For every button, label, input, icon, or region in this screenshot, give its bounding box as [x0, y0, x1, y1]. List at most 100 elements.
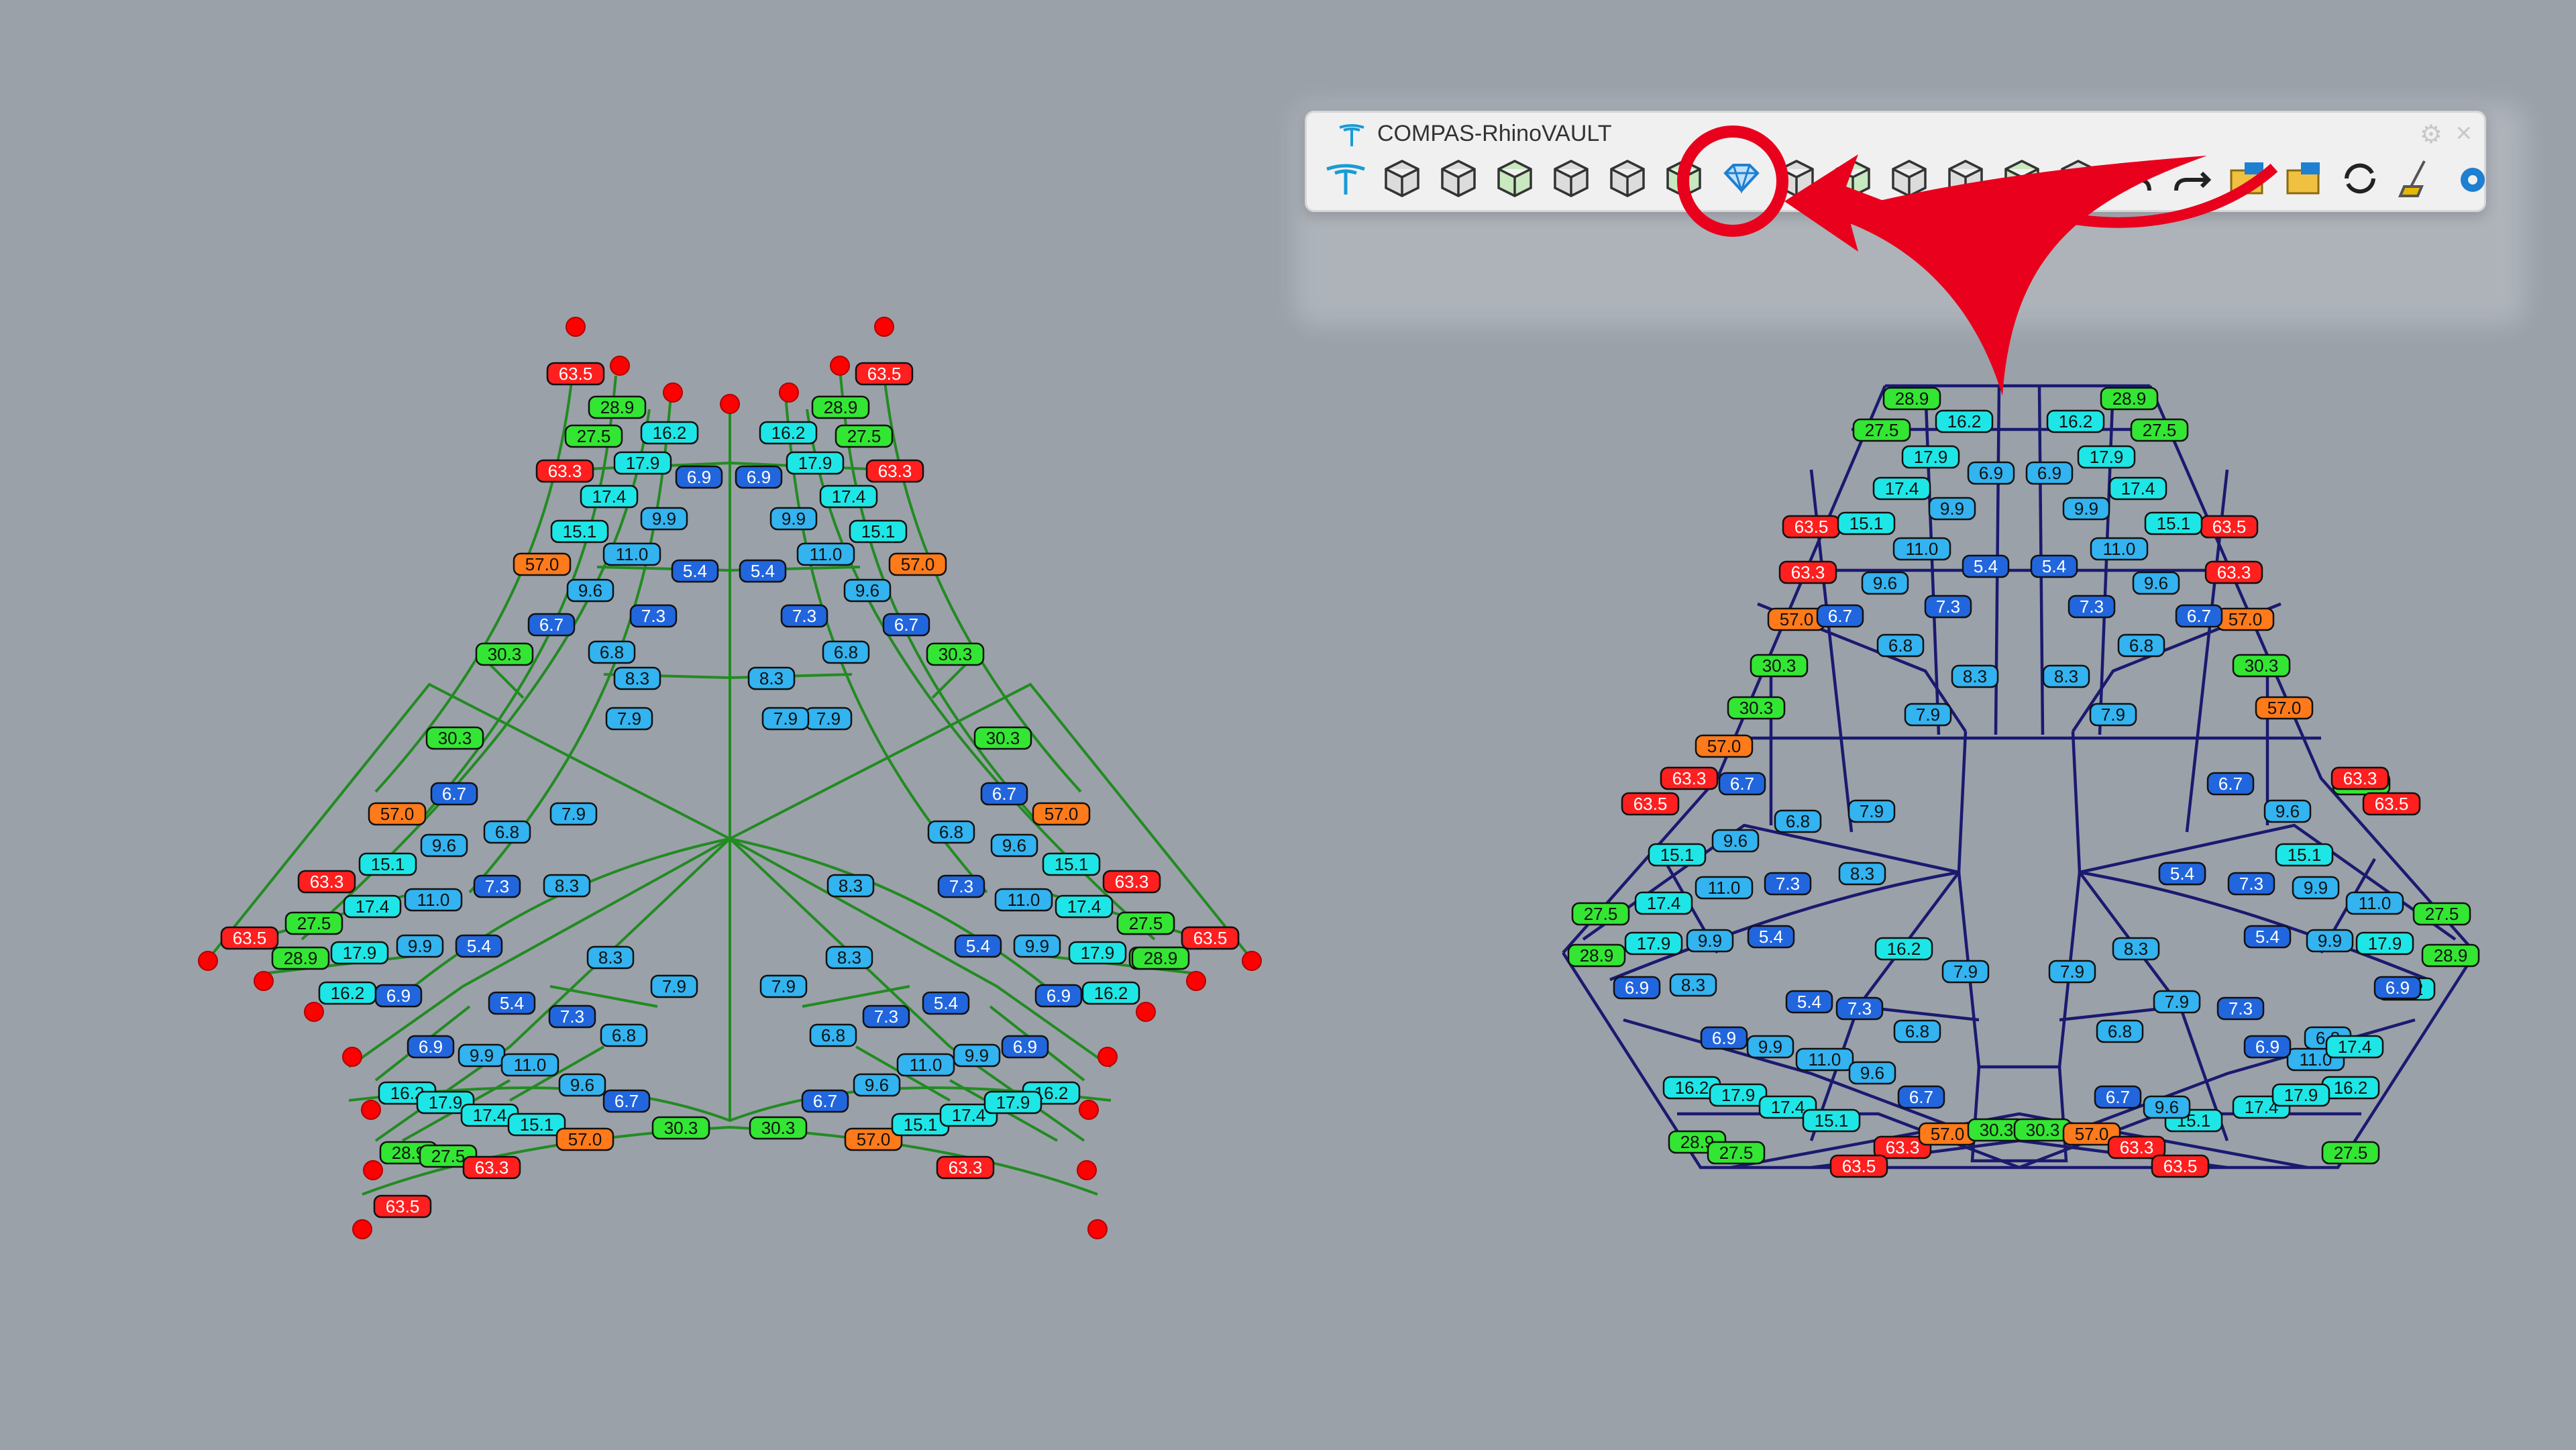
force-label: 17.9 — [1709, 1083, 1768, 1107]
form-label-text: 16.2 — [331, 983, 365, 1003]
force-label-text: 9.6 — [1873, 573, 1897, 593]
form-label-text: 17.9 — [798, 453, 833, 473]
force-label: 5.4 — [2243, 925, 2292, 949]
form-label: 9.9 — [769, 507, 818, 531]
force-label: 11.0 — [2345, 891, 2404, 915]
force-label-text: 9.9 — [1758, 1037, 1782, 1057]
toolbar-settings-icon[interactable]: ⚙ — [2420, 119, 2443, 150]
form-label-text: 27.5 — [1129, 913, 1163, 933]
form-label: 6.8 — [809, 1023, 857, 1047]
form-create-icon[interactable] — [1716, 153, 1767, 204]
vertical-equilibrium-icon[interactable] — [1884, 153, 1935, 204]
form-label: 8.3 — [586, 945, 635, 970]
form-label-text: 6.9 — [386, 986, 411, 1006]
form-label: 17.4 — [343, 894, 402, 919]
modify-force-icon[interactable] — [1996, 153, 2047, 204]
force-label: 28.9 — [1567, 943, 1626, 968]
form-label-text: 30.3 — [986, 728, 1020, 748]
compas-rhinovault-toolbar[interactable]: COMPAS-RhinoVAULT ⚙ × — [1305, 111, 2486, 212]
open-session-icon[interactable] — [2222, 153, 2273, 204]
modify-form-icon[interactable] — [1940, 153, 1991, 204]
force-label-text: 17.4 — [1771, 1097, 1805, 1117]
boundaries-icon[interactable] — [1658, 153, 1709, 204]
force-label: 9.6 — [2132, 571, 2180, 595]
redraw-icon[interactable] — [2334, 153, 2385, 204]
form-label-text: 11.0 — [910, 1055, 943, 1075]
form-label: 63.5 — [220, 926, 279, 950]
force-label: 11.0 — [1695, 876, 1754, 900]
pattern-box-icon[interactable] — [1433, 153, 1484, 204]
force-label: 27.5 — [1707, 1141, 1766, 1165]
broom-icon[interactable] — [2391, 153, 2442, 204]
form-label: 30.3 — [651, 1116, 710, 1140]
form-label-text: 57.0 — [901, 554, 935, 574]
force-label: 5.4 — [1747, 925, 1795, 949]
form-label: 30.3 — [425, 726, 484, 750]
form-label-text: 57.0 — [380, 804, 415, 824]
force-label-text: 5.4 — [1797, 992, 1821, 1012]
force-label-text: 17.9 — [1914, 447, 1948, 467]
force-label-text: 28.9 — [1580, 945, 1614, 966]
pattern-box-icon-glyph — [1441, 160, 1476, 197]
force-label-text: 63.3 — [2120, 1137, 2154, 1157]
form-label: 57.0 — [1032, 802, 1091, 826]
force-label: 30.3 — [1727, 696, 1786, 720]
rhinovault-logo-icon[interactable] — [1320, 153, 1371, 204]
form-edge — [549, 985, 658, 1008]
form-label: 15.1 — [1042, 852, 1101, 876]
form-label: 28.9 — [588, 395, 647, 419]
form-diagram-icon[interactable] — [1546, 153, 1597, 204]
form-diagram-icon-glyph — [1554, 160, 1589, 197]
pattern-dome-icon[interactable] — [1489, 153, 1540, 204]
force-label: 8.3 — [1669, 973, 1717, 997]
force-label-text: 27.5 — [2143, 420, 2177, 440]
settings-gear-icon[interactable] — [2447, 153, 2498, 204]
force-label-text: 7.9 — [1916, 705, 1940, 725]
form-label-text: 57.0 — [857, 1129, 891, 1149]
supports-icon[interactable] — [1602, 153, 1653, 204]
horizontal-equilibrium-icon[interactable] — [1827, 153, 1878, 204]
force-label-text: 8.3 — [1681, 975, 1705, 995]
form-label-text: 9.6 — [865, 1075, 889, 1095]
form-label-text: 63.3 — [1115, 872, 1149, 892]
redo-icon[interactable] — [2165, 153, 2216, 204]
form-label: 17.9 — [613, 451, 672, 475]
form-label-text: 8.3 — [759, 668, 784, 688]
form-label: 15.1 — [849, 519, 908, 543]
undo-icon[interactable] — [2109, 153, 2160, 204]
force-label-text: 15.1 — [2288, 845, 2322, 865]
form-label: 6.9 — [374, 984, 423, 1008]
force-label-text: 16.2 — [1675, 1078, 1709, 1098]
force-label: 17.9 — [1624, 931, 1683, 955]
force-label-text: 6.9 — [1712, 1028, 1736, 1048]
force-label: 16.2 — [1935, 409, 1994, 433]
form-label-text: 6.7 — [813, 1091, 837, 1111]
force-label: 5.4 — [2030, 554, 2078, 578]
form-label: 6.8 — [600, 1023, 648, 1047]
pattern-mesh-icon[interactable] — [1377, 153, 1428, 204]
form-label: 30.3 — [475, 642, 534, 666]
support-point — [1087, 1219, 1108, 1239]
clear-icon[interactable] — [2053, 153, 2104, 204]
form-label-text: 11.0 — [616, 544, 649, 564]
save-session-icon[interactable] — [2278, 153, 2329, 204]
force-create-icon[interactable] — [1771, 153, 1822, 204]
force-label-text: 8.3 — [2054, 666, 2078, 686]
force-label: 28.9 — [1882, 386, 1941, 411]
form-label-text: 6.7 — [614, 1091, 639, 1111]
form-label-text: 7.3 — [949, 876, 973, 896]
force-label-text: 11.0 — [1906, 539, 1939, 559]
force-label: 15.1 — [2144, 511, 2203, 535]
toolbar-close-icon[interactable]: × — [2455, 117, 2472, 149]
toolbar-icon-row — [1320, 153, 2485, 207]
form-label-text: 63.5 — [559, 364, 593, 384]
form-label-text: 7.9 — [816, 709, 841, 729]
form-label: 7.3 — [937, 874, 985, 898]
form-label: 63.3 — [865, 459, 924, 483]
force-label: 6.9 — [2025, 461, 2074, 485]
force-label: 63.3 — [2330, 766, 2390, 790]
force-label: 7.9 — [2089, 703, 2137, 727]
force-label-text: 11.0 — [1708, 878, 1741, 898]
form-label-text: 17.4 — [952, 1105, 986, 1125]
form-label-text: 5.4 — [683, 561, 707, 581]
